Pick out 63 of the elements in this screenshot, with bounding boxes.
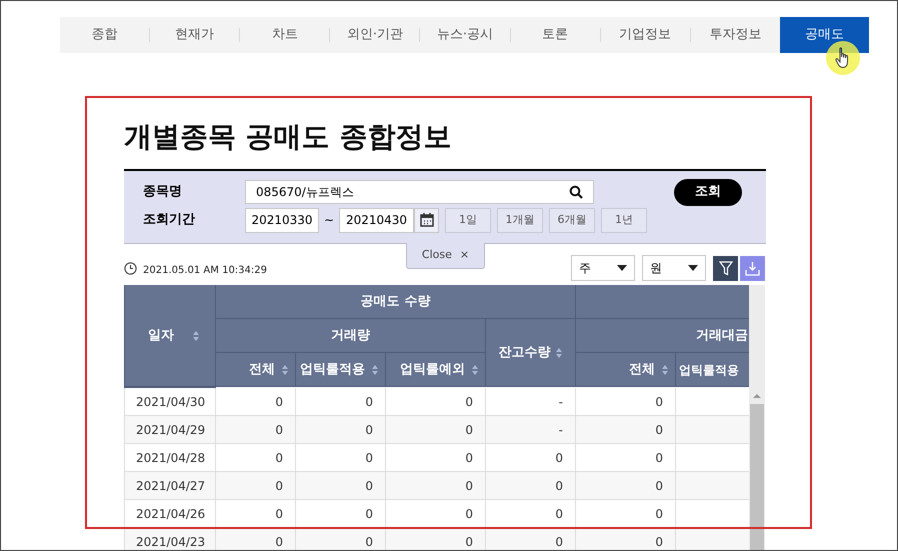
- search-icon[interactable]: [569, 185, 583, 199]
- stock-search-field[interactable]: 085670/뉴프렉스: [245, 180, 594, 204]
- dropdown-icon: [617, 265, 627, 271]
- clock-icon: [124, 262, 137, 274]
- column-header: 공매도 수량: [216, 285, 576, 319]
- field-label: 종목명: [143, 183, 183, 202]
- dropdown-icon: [688, 265, 698, 271]
- timestamp: 2021.05.01 AM 10:34:29: [143, 264, 267, 278]
- nav-tab[interactable]: 투자정보: [690, 17, 780, 53]
- sort-icon[interactable]: [471, 364, 479, 376]
- column-header: 거래대금: [576, 319, 749, 353]
- unit-select[interactable]: 원: [642, 255, 706, 281]
- table-cell: 0: [486, 528, 576, 550]
- nav-tab[interactable]: 외인·기관: [330, 17, 420, 53]
- column-header[interactable]: 전체: [576, 353, 676, 387]
- table-cell: 0: [216, 528, 296, 550]
- nav-tab[interactable]: 토론: [510, 17, 600, 53]
- calendar-button[interactable]: [414, 208, 439, 232]
- hand-cursor-icon: [835, 47, 851, 69]
- column-header[interactable]: 전체: [216, 353, 296, 387]
- nav-tab[interactable]: 현재가: [150, 17, 240, 53]
- period-button[interactable]: 1개월: [497, 208, 543, 232]
- table-cell: 0: [296, 500, 386, 528]
- sort-icon[interactable]: [371, 364, 379, 376]
- column-header[interactable]: 업틱룰적용: [676, 353, 749, 387]
- nav-tab[interactable]: 종합: [60, 17, 150, 53]
- sort-icon[interactable]: [661, 364, 669, 376]
- table-cell: 0: [576, 500, 676, 528]
- filter-button[interactable]: [713, 256, 738, 280]
- nav-tab[interactable]: 뉴스·공시: [420, 17, 510, 53]
- column-header[interactable]: 일자: [125, 285, 216, 387]
- table-cell: 0: [386, 528, 486, 550]
- table-cell: 2021/04/26: [125, 500, 216, 528]
- nav-tab[interactable]: 공매도: [780, 17, 869, 53]
- column-header[interactable]: 업틱룰적용: [296, 353, 386, 387]
- table-cell: 0: [296, 528, 386, 550]
- date-field[interactable]: 20210430: [339, 208, 414, 232]
- sort-icon[interactable]: [192, 330, 200, 342]
- calendar-icon: [420, 213, 434, 227]
- column-header[interactable]: 잔고수량: [486, 319, 576, 387]
- column-header: 거래량: [216, 319, 486, 353]
- nav-tab[interactable]: 기업정보: [600, 17, 690, 53]
- table-cell: 0: [216, 500, 296, 528]
- unit-select[interactable]: 주: [571, 255, 635, 281]
- table-cell: 0: [486, 500, 576, 528]
- table-cell: 0: [576, 528, 676, 550]
- download-icon: [745, 260, 760, 276]
- period-button[interactable]: 1년: [601, 208, 647, 232]
- date-separator: ~: [322, 212, 336, 229]
- table-cell: 0: [386, 500, 486, 528]
- sort-icon[interactable]: [554, 346, 562, 358]
- filter-icon: [718, 260, 732, 276]
- period-button[interactable]: 6개월: [549, 208, 595, 232]
- sort-icon[interactable]: [281, 364, 289, 376]
- period-button[interactable]: 1일: [445, 208, 491, 232]
- nav-tab[interactable]: 차트: [240, 17, 330, 53]
- search-button[interactable]: 조회: [674, 178, 742, 206]
- page-title: 개별종목 공매도 종합정보: [124, 119, 452, 155]
- close-tab[interactable]: Close ×: [406, 243, 485, 269]
- table-cell: 2021/04/23: [125, 528, 216, 550]
- date-field[interactable]: 20210330: [245, 208, 319, 232]
- column-header[interactable]: 업틱룰예외: [386, 353, 486, 387]
- field-label: 조회기간: [143, 211, 196, 230]
